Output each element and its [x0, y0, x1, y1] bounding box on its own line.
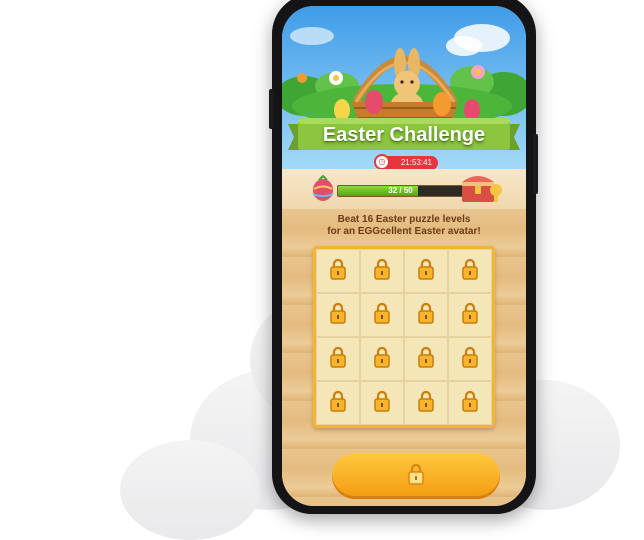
puzzle-cell[interactable]	[360, 249, 404, 293]
clock-icon: ◷	[374, 154, 390, 170]
puzzle-cell[interactable]	[316, 249, 360, 293]
description-line: Beat 16 Easter puzzle levels	[337, 214, 471, 225]
puzzle-cell[interactable]	[448, 337, 492, 381]
puzzle-cell[interactable]	[316, 337, 360, 381]
lock-icon	[418, 390, 434, 417]
phone-frame: Easter Challenge 21:53:41 ◷ 32 / 50 Beat…	[269, 0, 538, 514]
lock-icon	[374, 346, 390, 373]
treasure-chest-icon[interactable]	[458, 170, 504, 204]
lock-icon	[418, 258, 434, 285]
puzzle-cell[interactable]	[404, 337, 448, 381]
puzzle-cell[interactable]	[448, 249, 492, 293]
lock-icon	[418, 346, 434, 373]
puzzle-cell[interactable]	[404, 293, 448, 337]
lock-icon	[462, 346, 478, 373]
lock-icon	[330, 390, 346, 417]
puzzle-cell[interactable]	[404, 249, 448, 293]
challenge-description: Beat 16 Easter puzzle levels for an EGGc…	[282, 214, 526, 238]
puzzle-cell[interactable]	[316, 381, 360, 425]
puzzle-cell[interactable]	[316, 293, 360, 337]
lock-icon	[374, 258, 390, 285]
lock-icon	[330, 258, 346, 285]
lock-icon	[374, 390, 390, 417]
lock-icon	[374, 302, 390, 329]
event-title: Easter Challenge	[322, 124, 486, 146]
play-button[interactable]	[332, 453, 500, 499]
game-screen: Easter Challenge 21:53:41 ◷ 32 / 50 Beat…	[282, 6, 526, 506]
progress-label: 32 / 50	[388, 186, 413, 195]
puzzle-cell[interactable]	[448, 381, 492, 425]
puzzle-cell[interactable]	[448, 293, 492, 337]
description-line: for an EGGcellent Easter avatar!	[327, 226, 481, 237]
easter-egg-icon	[312, 174, 334, 201]
lock-icon	[330, 346, 346, 373]
phone-side-button	[269, 89, 274, 129]
lock-icon	[408, 463, 424, 485]
lock-icon	[462, 258, 478, 285]
lock-icon	[462, 302, 478, 329]
puzzle-cell[interactable]	[404, 381, 448, 425]
puzzle-cell[interactable]	[360, 337, 404, 381]
puzzle-cell[interactable]	[360, 381, 404, 425]
puzzle-cell[interactable]	[360, 293, 404, 337]
lock-icon	[330, 302, 346, 329]
puzzle-grid	[313, 246, 495, 428]
lock-icon	[462, 390, 478, 417]
phone-side-button	[533, 134, 538, 194]
background-cloud	[120, 440, 260, 540]
lock-icon	[418, 302, 434, 329]
